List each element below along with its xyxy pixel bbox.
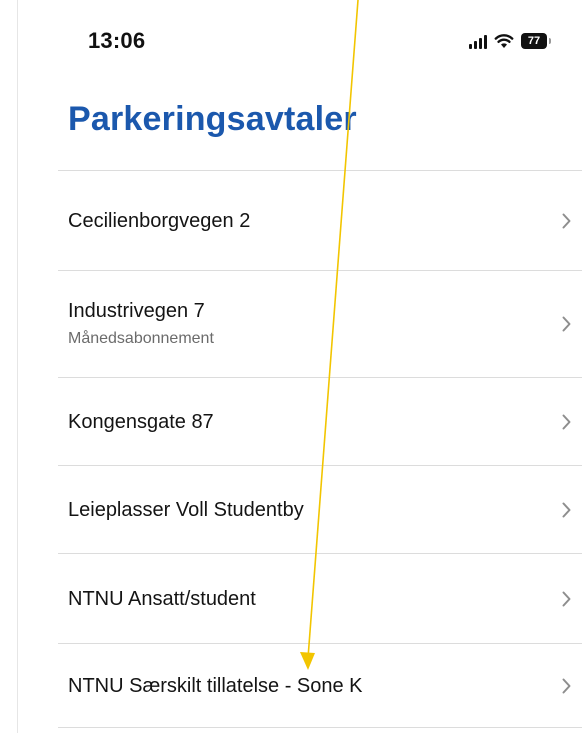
annotation-arrow	[300, 0, 359, 670]
